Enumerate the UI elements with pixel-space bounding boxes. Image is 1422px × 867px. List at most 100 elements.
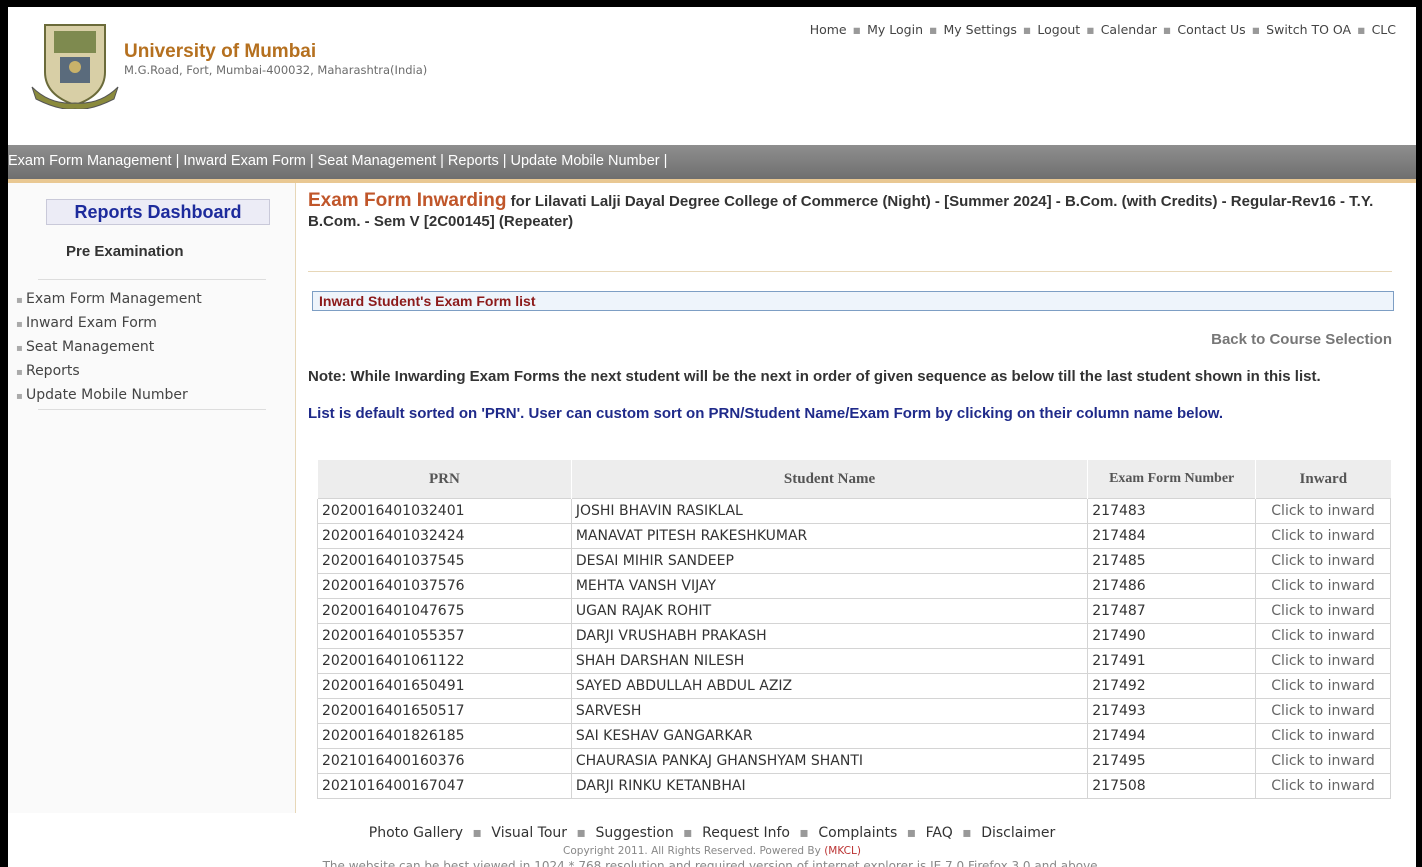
table-row: 2020016401037545 DESAI MIHIR SANDEEP 21748… [317, 548, 1391, 574]
separator: ▪ [906, 825, 917, 841]
cell-student-name: SHAH DARSHAN NILESH [570, 648, 1089, 674]
footer-link-request-info[interactable]: Request Info [702, 825, 790, 841]
sidebar-item-inward-exam-form[interactable]: Inward Exam Form [16, 312, 202, 336]
column-header-prn[interactable]: PRN [317, 460, 572, 499]
cell-inward-link[interactable]: Click to inward [1255, 773, 1391, 799]
separator: ▪ [1251, 22, 1261, 37]
top-link-logout[interactable]: Logout [1037, 22, 1080, 37]
cell-prn: 2020016401061122 [317, 648, 572, 674]
table-row: 2020016401826185 SAI KESHAV GANGARKAR 2174… [317, 723, 1391, 749]
separator: ▪ [472, 825, 482, 841]
cell-exam-form-number: 217486 [1087, 573, 1257, 599]
cell-inward-link[interactable]: Click to inward [1255, 698, 1391, 724]
footer-link-photo-gallery[interactable]: Photo Gallery [369, 825, 463, 841]
table-row: 2020016401061122 SHAH DARSHAN NILESH 21749… [317, 648, 1391, 674]
footer-link-suggestion[interactable]: Suggestion [595, 825, 673, 841]
top-link-calendar[interactable]: Calendar [1101, 22, 1157, 37]
footer-link-faq[interactable]: FAQ [926, 825, 953, 841]
list-title-box: Inward Student's Exam Form list [312, 291, 1394, 311]
cell-exam-form-number: 217487 [1087, 598, 1257, 624]
cell-prn: 2020016401650517 [317, 698, 572, 724]
cell-prn: 2020016401032424 [317, 523, 572, 549]
top-links: Home ▪ My Login ▪ My Settings ▪ Logout ▪… [810, 22, 1396, 37]
cell-exam-form-number: 217508 [1087, 773, 1257, 799]
cell-inward-link[interactable]: Click to inward [1255, 673, 1391, 699]
table-row: 2020016401032424 MANAVAT PITESH RAKESHKUM… [317, 523, 1391, 549]
cell-student-name: DARJI RINKU KETANBHAI [570, 773, 1089, 799]
cell-inward-link[interactable]: Click to inward [1255, 748, 1391, 774]
content-area: Reports Dashboard Pre Examination Exam F… [8, 183, 1416, 813]
divider [38, 279, 266, 280]
nav-separator: | [440, 153, 444, 169]
top-link-contact-us[interactable]: Contact Us [1177, 22, 1245, 37]
student-exam-form-table: PRN Student Name Exam Form Number Inward… [317, 460, 1391, 799]
site-footer: Photo Gallery ▪ Visual Tour ▪ Suggestion… [8, 813, 1416, 867]
sidebar-item-exam-form-management[interactable]: Exam Form Management [16, 288, 202, 312]
cell-prn: 2020016401826185 [317, 723, 572, 749]
cell-inward-link[interactable]: Click to inward [1255, 548, 1391, 574]
back-to-course-selection-link[interactable]: Back to Course Selection [1211, 331, 1392, 348]
column-header-exam-form-number[interactable]: Exam Form Number [1087, 460, 1256, 499]
sidebar-section-title: Pre Examination [66, 243, 184, 260]
cell-student-name: SAI KESHAV GANGARKAR [570, 723, 1089, 749]
top-link-home[interactable]: Home [810, 22, 847, 37]
cell-inward-link[interactable]: Click to inward [1255, 523, 1391, 549]
cell-prn: 2020016401650491 [317, 673, 572, 699]
nav-inward-exam-form[interactable]: Inward Exam Form [183, 145, 305, 179]
cell-exam-form-number: 217493 [1087, 698, 1257, 724]
nav-separator: | [663, 153, 668, 169]
sidebar-item-reports[interactable]: Reports [16, 360, 202, 384]
cell-student-name: JOSHI BHAVIN RASIKLAL [570, 498, 1089, 524]
separator: ▪ [576, 825, 587, 841]
reports-dashboard-title[interactable]: Reports Dashboard [46, 199, 270, 225]
page-title: Exam Form Inwarding for Lilavati Lalji D… [308, 191, 1388, 232]
main-navbar: Exam Form Management | Inward Exam Form … [8, 145, 1416, 183]
top-link-clc[interactable]: CLC [1372, 22, 1396, 37]
cell-prn: 2020016401047675 [317, 598, 572, 624]
table-row: 2021016400167047 DARJI RINKU KETANBHAI 217… [317, 773, 1391, 799]
cell-inward-link[interactable]: Click to inward [1255, 623, 1391, 649]
separator: ▪ [1357, 22, 1366, 37]
footer-link-complaints[interactable]: Complaints [818, 825, 897, 841]
cell-student-name: UGAN RAJAK ROHIT [570, 598, 1089, 624]
table-row: 2020016401650491 SAYED ABDULLAH ABDUL AZI… [317, 673, 1391, 699]
nav-update-mobile-number[interactable]: Update Mobile Number [510, 145, 659, 179]
separator: ▪ [962, 825, 972, 841]
divider [38, 409, 266, 410]
site-header: University of Mumbai M.G.Road, Fort, Mum… [8, 7, 1416, 137]
cell-prn: 2020016401055357 [317, 623, 572, 649]
sidebar-item-update-mobile-number[interactable]: Update Mobile Number [16, 384, 202, 408]
table-row: 2020016401047675 UGAN RAJAK ROHIT 217487 Cl… [317, 598, 1391, 624]
sidebar-item-seat-management[interactable]: Seat Management [16, 336, 202, 360]
cell-student-name: MEHTA VANSH VIJAY [570, 573, 1089, 599]
sidebar: Reports Dashboard Pre Examination Exam F… [8, 183, 296, 813]
cell-inward-link[interactable]: Click to inward [1255, 648, 1391, 674]
nav-separator: | [502, 153, 507, 169]
cell-prn: 2021016400160376 [317, 748, 572, 774]
cell-student-name: SAYED ABDULLAH ABDUL AZIZ [570, 673, 1089, 699]
cell-exam-form-number: 217495 [1087, 748, 1257, 774]
top-link-switch-to-oa[interactable]: Switch TO OA [1266, 22, 1351, 37]
cell-inward-link[interactable]: Click to inward [1255, 573, 1391, 599]
top-link-my-login[interactable]: My Login [867, 22, 923, 37]
copyright-label: Copyright 2011. All Rights Reserved. Pow… [563, 845, 821, 857]
university-name: University of Mumbai [124, 41, 317, 62]
nav-seat-management[interactable]: Seat Management [318, 145, 437, 179]
column-header-student-name[interactable]: Student Name [570, 460, 1088, 499]
university-address: M.G.Road, Fort, Mumbai-400032, Maharasht… [124, 63, 428, 77]
cell-student-name: MANAVAT PITESH RAKESHKUMAR [570, 523, 1089, 549]
note-sorting: List is default sorted on 'PRN'. User ca… [308, 405, 1224, 422]
cell-inward-link[interactable]: Click to inward [1255, 723, 1391, 749]
cell-prn: 2020016401032401 [317, 498, 572, 524]
nav-reports[interactable]: Reports [448, 145, 499, 179]
nav-exam-form-management[interactable]: Exam Form Management [8, 145, 172, 179]
top-link-my-settings[interactable]: My Settings [943, 22, 1016, 37]
cell-inward-link[interactable]: Click to inward [1255, 598, 1391, 624]
footer-link-disclaimer[interactable]: Disclaimer [981, 825, 1055, 841]
footer-link-visual-tour[interactable]: Visual Tour [491, 825, 567, 841]
mkcl-link[interactable]: (MKCL) [824, 845, 861, 857]
separator: ▪ [1022, 22, 1032, 37]
cell-prn: 2020016401037576 [317, 573, 572, 599]
cell-inward-link[interactable]: Click to inward [1255, 498, 1391, 524]
table-body: 2020016401032401 JOSHI BHAVIN RASIKLAL 217… [317, 498, 1391, 799]
